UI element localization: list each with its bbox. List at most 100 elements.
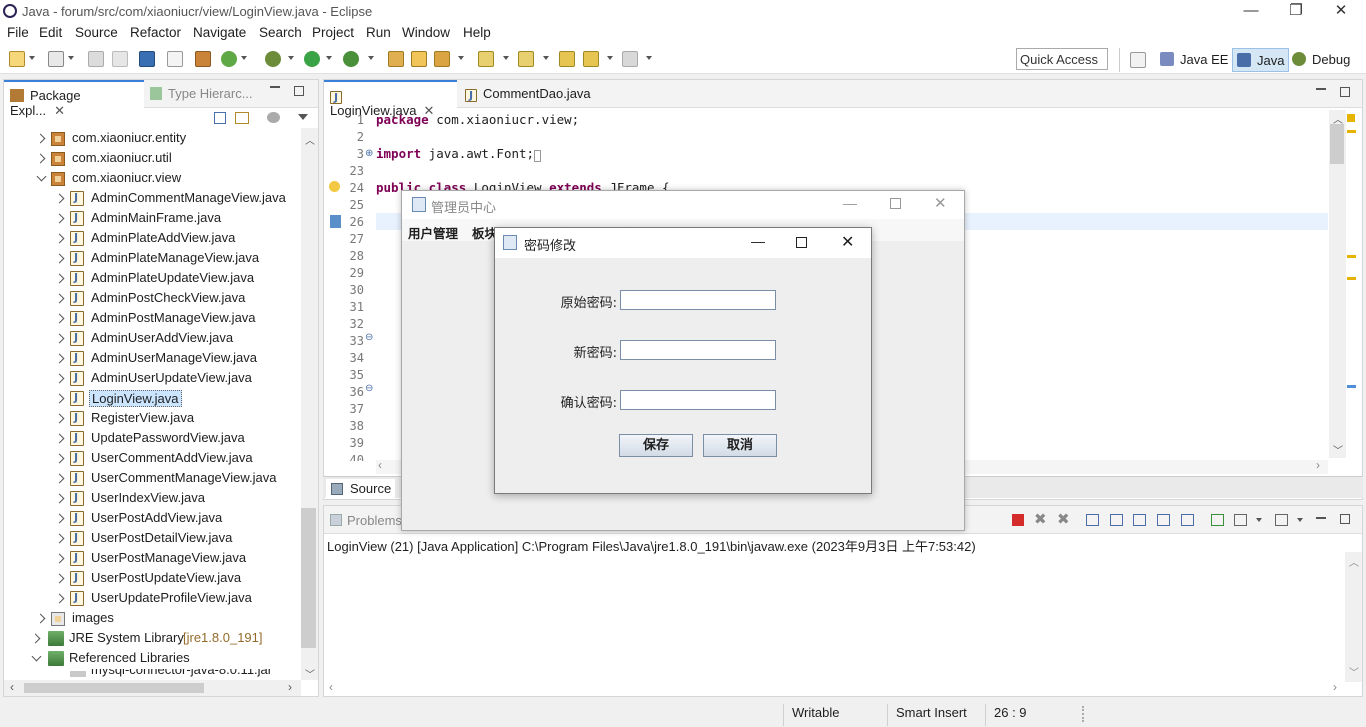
build-icon[interactable]	[195, 51, 211, 67]
chevron-right-icon[interactable]	[30, 633, 41, 644]
save-button[interactable]: 保存	[619, 434, 693, 457]
tab-loginview[interactable]: LoginView.java✕	[324, 80, 457, 118]
tree-item[interactable]: com.xiaoniucr.util	[4, 149, 300, 169]
chevron-right-icon[interactable]	[54, 513, 65, 524]
clear-console-icon[interactable]	[1086, 514, 1099, 526]
tree-item[interactable]: AdminPostCheckView.java	[4, 289, 300, 309]
menu-edit[interactable]: Edit	[39, 25, 62, 40]
tree-item-referenced-libraries[interactable]: Referenced Libraries	[4, 649, 300, 669]
perspective-java-ee[interactable]: Java EE	[1156, 48, 1232, 72]
maximize-editor-icon[interactable]	[1340, 87, 1350, 97]
tree-item[interactable]: AdminUserAddView.java	[4, 329, 300, 349]
view-menu-icon[interactable]	[298, 114, 308, 120]
chevron-right-icon[interactable]	[54, 433, 65, 444]
menu-navigate[interactable]: Navigate	[193, 25, 246, 40]
console-vscrollbar[interactable]: ︿ ﹀	[1345, 552, 1362, 682]
dialog-close-button[interactable]: ✕	[841, 232, 854, 252]
menu-search[interactable]: Search	[259, 25, 302, 40]
tree-item[interactable]: AdminPlateUpdateView.java	[4, 269, 300, 289]
chevron-right-icon[interactable]	[54, 533, 65, 544]
minimize-button[interactable]: —	[1236, 2, 1266, 20]
external-tools-icon[interactable]	[343, 51, 359, 67]
tab-source[interactable]: Source	[326, 479, 396, 498]
tree-item[interactable]: UserPostManageView.java	[4, 549, 300, 569]
tree-item[interactable]: UserPostDetailView.java	[4, 529, 300, 549]
run-icon[interactable]	[304, 51, 320, 67]
fold-collapse-icon[interactable]: ⊖	[365, 383, 373, 394]
chevron-down-icon[interactable]	[31, 651, 42, 662]
dialog-maximize-button[interactable]	[796, 237, 807, 248]
tree-item[interactable]: UserIndexView.java	[4, 489, 300, 509]
tree-item[interactable]: AdminPlateAddView.java	[4, 229, 300, 249]
minimize-editor-icon[interactable]	[1316, 88, 1326, 90]
perspective-debug[interactable]: Debug	[1288, 48, 1354, 72]
tree-item[interactable]: images	[4, 609, 300, 629]
menu-source[interactable]: Source	[75, 25, 118, 40]
confirm-password-field[interactable]	[620, 390, 776, 410]
tree-item[interactable]: LoginView.java	[4, 389, 300, 409]
cancel-button[interactable]: 取消	[703, 434, 777, 457]
tree-item-jre[interactable]: JRE System Library [jre1.8.0_191]	[4, 629, 300, 649]
close-button[interactable]: ✕	[1326, 2, 1356, 20]
tree-item[interactable]: UserCommentManageView.java	[4, 469, 300, 489]
open-type-icon[interactable]	[48, 51, 64, 67]
save-icon[interactable]	[88, 51, 104, 67]
editor-vscrollbar[interactable]: ︿ ﹀	[1329, 110, 1346, 458]
pin-console-icon[interactable]	[1211, 514, 1224, 526]
forward-icon[interactable]	[622, 51, 638, 67]
new-java-project-icon[interactable]	[388, 51, 404, 67]
console-hscrollbar[interactable]: ‹ ›	[327, 680, 1343, 696]
collapse-all-icon[interactable]	[214, 112, 226, 124]
debug-icon[interactable]	[265, 51, 281, 67]
chevron-right-icon[interactable]	[54, 593, 65, 604]
dialog-minimize-button[interactable]: —	[751, 233, 765, 249]
chevron-right-icon[interactable]	[54, 193, 65, 204]
chevron-right-icon[interactable]	[35, 613, 46, 624]
perspective-java[interactable]: Java	[1232, 48, 1290, 72]
chevron-right-icon[interactable]	[54, 333, 65, 344]
prev-annotation-icon[interactable]	[518, 51, 534, 67]
new-password-field[interactable]	[620, 340, 776, 360]
tree-item[interactable]: UpdatePasswordView.java	[4, 429, 300, 449]
back-icon[interactable]	[583, 51, 599, 67]
menu-project[interactable]: Project	[312, 25, 354, 40]
chevron-right-icon[interactable]	[54, 293, 65, 304]
fold-expand-icon[interactable]: ⊕	[365, 148, 373, 159]
open-perspective-icon[interactable]	[1130, 52, 1146, 68]
old-password-field[interactable]	[620, 290, 776, 310]
minimize-view-icon[interactable]	[270, 86, 280, 88]
new-icon[interactable]	[9, 51, 25, 67]
chevron-right-icon[interactable]	[54, 313, 65, 324]
chevron-right-icon[interactable]	[54, 233, 65, 244]
tab-package-explorer[interactable]: Package Expl... ✕	[4, 80, 144, 118]
display-console-icon[interactable]	[1234, 514, 1247, 526]
save-all-icon[interactable]	[112, 51, 128, 67]
admin-maximize-button[interactable]	[890, 198, 901, 209]
show-on-output-icon[interactable]	[1157, 514, 1170, 526]
menu-user-management[interactable]: 用户管理	[408, 223, 458, 242]
chevron-right-icon[interactable]	[54, 573, 65, 584]
tree-item-mysql-jar[interactable]: mysql-connector-java-8.0.11.jar	[4, 669, 300, 677]
remove-all-icon[interactable]: ✖	[1057, 510, 1070, 528]
admin-close-button[interactable]: ✕	[934, 194, 947, 212]
chevron-down-icon[interactable]	[36, 171, 47, 182]
last-edit-icon[interactable]	[559, 51, 575, 67]
chevron-right-icon[interactable]	[54, 393, 65, 404]
chevron-right-icon[interactable]	[54, 273, 65, 284]
chevron-right-icon[interactable]	[35, 133, 46, 144]
menu-run[interactable]: Run	[366, 25, 391, 40]
menu-help[interactable]: Help	[463, 25, 491, 40]
tree-item[interactable]: AdminMainFrame.java	[4, 209, 300, 229]
chevron-right-icon[interactable]	[54, 353, 65, 364]
link-editor-icon[interactable]	[235, 112, 249, 124]
menu-file[interactable]: File	[7, 25, 29, 40]
menu-refactor[interactable]: Refactor	[130, 25, 181, 40]
code-line-1[interactable]: package com.xiaoniucr.view;	[376, 112, 579, 127]
close-tab-icon[interactable]: ✕	[54, 103, 65, 118]
chevron-right-icon[interactable]	[54, 253, 65, 264]
next-annotation-icon[interactable]	[478, 51, 494, 67]
terminate-icon[interactable]	[1012, 514, 1024, 526]
tab-problems[interactable]: Problems	[347, 513, 402, 528]
restore-button[interactable]: ❐	[1281, 2, 1311, 20]
tree-item[interactable]: AdminPlateManageView.java	[4, 249, 300, 269]
